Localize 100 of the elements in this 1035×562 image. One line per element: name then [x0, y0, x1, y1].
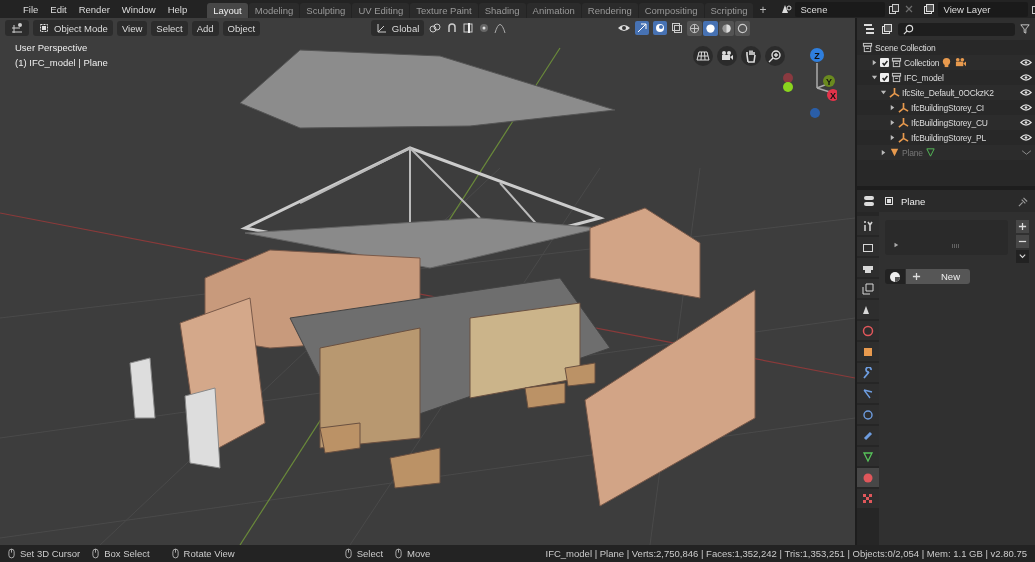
outliner-item[interactable]: Collection [904, 57, 940, 68]
wrench-icon [862, 366, 874, 379]
browse-material-button[interactable] [885, 269, 905, 284]
eye-icon[interactable] [617, 22, 631, 34]
add-slot-button[interactable] [1016, 220, 1029, 233]
mouse-left-icon [344, 548, 352, 559]
workspace-tab[interactable]: Texture Paint [410, 3, 478, 18]
shading-wireframe-button[interactable] [687, 20, 702, 36]
viewport-menu[interactable]: Object [222, 20, 261, 36]
image-stack-icon[interactable] [922, 3, 935, 15]
add-workspace-button[interactable]: + [754, 2, 772, 18]
overlay-toggle-icon[interactable] [653, 21, 667, 35]
viewport-menu[interactable]: Add [191, 20, 219, 36]
viewport-menu[interactable]: View [116, 20, 148, 36]
xray-icon[interactable] [671, 22, 683, 34]
pin-icon[interactable] [1018, 195, 1029, 207]
grid-view-button[interactable] [693, 46, 713, 66]
properties-tab[interactable] [857, 237, 879, 256]
workspace-tab[interactable]: Compositing [638, 3, 704, 18]
disclosure-triangle-icon[interactable] [889, 104, 896, 111]
copy-icon[interactable] [887, 3, 900, 15]
orbit-icon [862, 408, 874, 421]
axes-icon [898, 102, 909, 113]
workspace-tab[interactable]: Modeling [248, 3, 300, 18]
outliner-item[interactable]: IfcBuildingStorey_PL [911, 132, 986, 143]
menu-item[interactable]: File [17, 3, 45, 15]
shading-material-button[interactable] [719, 20, 734, 36]
eye-icon[interactable] [1020, 133, 1032, 142]
view-layer-field[interactable]: View Layer [937, 1, 1028, 17]
list-icon[interactable] [862, 23, 876, 35]
gizmo-toggle-icon[interactable] [635, 21, 649, 35]
magnet-icon[interactable] [446, 22, 459, 34]
workspace-tab[interactable]: Shading [478, 3, 526, 18]
menu-item[interactable]: Render [72, 3, 116, 15]
workspace-tab[interactable]: Layout [207, 3, 248, 18]
eye-icon[interactable] [1020, 103, 1032, 112]
camera-icon [954, 57, 968, 68]
eye-icon[interactable] [1020, 73, 1032, 82]
mode-dropdown[interactable]: Object Mode [33, 20, 113, 36]
properties-tab[interactable] [857, 300, 879, 319]
shading-rendered-button[interactable] [735, 20, 750, 36]
menu-item[interactable]: Edit [44, 3, 73, 15]
properties-tab[interactable] [857, 216, 879, 235]
properties-tab[interactable] [857, 258, 879, 277]
scene-field[interactable]: Scene [794, 1, 885, 17]
menu-item[interactable]: Window [115, 3, 162, 15]
toggle-icon[interactable] [863, 195, 877, 207]
curve-icon[interactable] [494, 22, 507, 34]
new-material-button[interactable]: New [906, 269, 970, 284]
scene-icon[interactable] [779, 3, 792, 15]
checkbox[interactable] [880, 58, 889, 67]
axis-gizmo[interactable]: Z Y X [777, 43, 837, 123]
workspace-tab[interactable]: Animation [526, 3, 581, 18]
eye-icon[interactable] [1020, 88, 1032, 97]
status-hint: Rotate View [183, 548, 235, 559]
properties-tab[interactable] [857, 426, 879, 445]
proportional-icon[interactable] [478, 22, 491, 34]
outliner-item[interactable]: IfcBuildingStorey_CI [911, 102, 984, 113]
image-stack-icon[interactable] [881, 23, 893, 35]
properties-tab[interactable] [857, 363, 879, 382]
workspace-tab[interactable]: Scripting [704, 3, 754, 18]
menu-item[interactable]: Help [161, 3, 194, 15]
workspace-tab[interactable]: Sculpting [300, 3, 352, 18]
disclosure-triangle-icon[interactable] [871, 74, 878, 81]
eye-icon[interactable] [1020, 118, 1032, 127]
triangle-icon [889, 147, 900, 158]
search-field[interactable] [898, 22, 1015, 36]
shading-solid-button[interactable] [703, 20, 718, 36]
disclosure-triangle-icon[interactable] [871, 59, 878, 66]
editor-type-button[interactable] [5, 20, 29, 36]
screwdriver-wrench-icon [862, 219, 874, 232]
status-hint: Box Select [104, 548, 150, 559]
properties-tab[interactable] [857, 342, 879, 361]
viewport[interactable]: Object Mode View Select Add Object Global User Perspective (1) IFC_model | Plane Z Y X [0, 18, 855, 545]
scene-statistics: IFC_model | Plane | Verts:2,750,846 | Faces:1,352,242 | Tris:1,353,251 | Objects:0/2,054 | Mem: 1.1 GB | v2.80.75 [545, 548, 1027, 559]
viewport-menu[interactable]: Select [151, 20, 188, 36]
properties-tab[interactable] [857, 384, 879, 403]
image-stack-icon [862, 282, 874, 295]
outliner-item[interactable]: Scene Collection [875, 42, 936, 53]
outliner-item[interactable]: IFC_model [904, 72, 944, 83]
pan-view-button[interactable] [741, 46, 761, 66]
orientation-dropdown[interactable]: Global [370, 20, 425, 36]
remove-slot-button[interactable] [1016, 235, 1029, 248]
square-icon [883, 195, 895, 207]
triangle-icon [893, 242, 899, 248]
eye-icon[interactable] [1020, 58, 1032, 67]
grip-icon[interactable] [951, 244, 961, 248]
workspace-tab[interactable]: Rendering [581, 3, 638, 18]
disclosure-triangle-icon[interactable] [889, 134, 896, 141]
disclosure-triangle-icon[interactable] [889, 119, 896, 126]
zoom-view-button[interactable] [765, 46, 785, 66]
camera-view-button[interactable] [717, 46, 737, 66]
checkbox[interactable] [880, 73, 889, 82]
filter-icon[interactable] [1020, 23, 1030, 35]
workspace-tab[interactable]: UV Editing [352, 3, 410, 18]
properties-tab[interactable] [857, 405, 879, 424]
disclosure-triangle-icon[interactable] [880, 89, 887, 96]
snap-icon[interactable] [462, 22, 475, 34]
slot-menu-button[interactable] [1016, 250, 1029, 263]
properties-tab[interactable] [857, 447, 879, 466]
